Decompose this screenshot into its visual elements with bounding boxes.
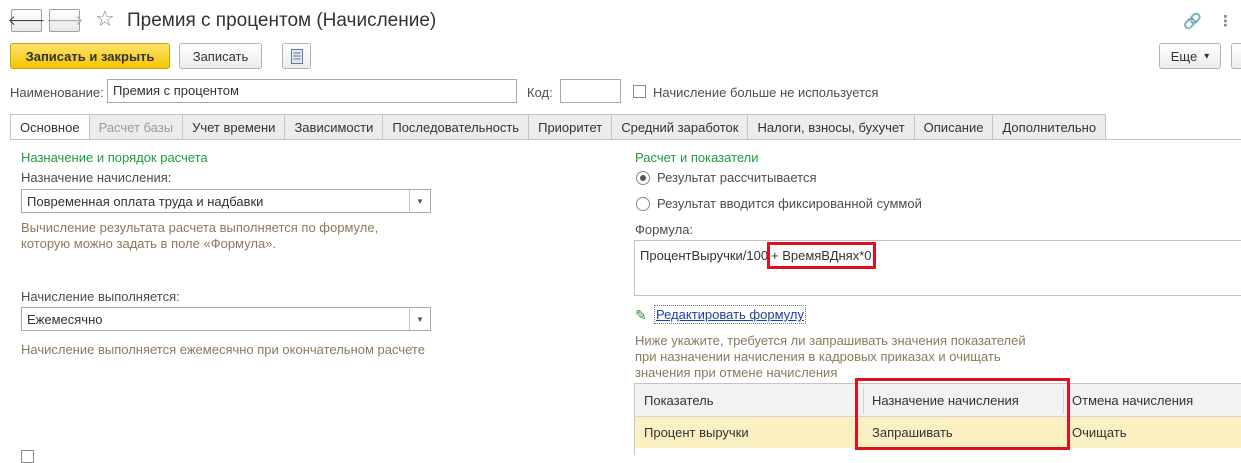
tab-priority[interactable]: Приоритет	[529, 114, 613, 140]
tab-time-accounting[interactable]: Учет времени	[183, 114, 286, 140]
period-select[interactable]: Ежемесячно ▼	[21, 307, 431, 331]
save-and-close-button[interactable]: Записать и закрыть	[10, 43, 170, 69]
purpose-select[interactable]: Повременная оплата труда и надбавки ▼	[21, 189, 431, 213]
purpose-section-title: Назначение и порядок расчета	[21, 150, 208, 165]
unused-checkbox-label: Начисление больше не используется	[653, 85, 879, 100]
favorite-star-icon[interactable]: ☆	[95, 8, 115, 30]
name-label: Наименование:	[10, 85, 104, 100]
tab-base-calculation[interactable]: Расчет базы	[89, 114, 184, 140]
tab-main[interactable]: Основное	[10, 114, 90, 140]
purpose-note-line-1: Вычисление результата расчета выполняетс…	[21, 220, 379, 235]
unused-checkbox[interactable]	[633, 85, 646, 98]
radio-calculated[interactable]	[636, 171, 650, 185]
arrow-left-icon: 🡐	[7, 12, 46, 28]
hint-line-1: Ниже укажите, требуется ли запрашивать з…	[635, 333, 1026, 348]
name-input[interactable]: Премия с процентом	[107, 79, 517, 103]
link-icon[interactable]: 🔗	[1183, 12, 1202, 30]
radio-calculated-label: Результат рассчитывается	[657, 170, 817, 185]
hint-line-2: при назначении начисления в кадровых при…	[635, 349, 1001, 364]
purpose-select-value: Повременная оплата труда и надбавки	[27, 194, 264, 209]
tab-description[interactable]: Описание	[914, 114, 994, 140]
hint-line-3: значения при отмене начисления	[635, 365, 838, 380]
period-label: Начисление выполняется:	[21, 289, 180, 304]
arrow-right-icon: 🡒	[45, 12, 84, 28]
tab-taxes[interactable]: Налоги, взносы, бухучет	[748, 114, 915, 140]
page-title: Премия с процентом (Начисление)	[127, 10, 437, 31]
edit-formula-link[interactable]: Редактировать формулу	[654, 305, 806, 324]
help-button[interactable]	[1231, 43, 1241, 69]
table-cell-indicator[interactable]: Процент выручки	[635, 417, 863, 448]
code-input[interactable]	[560, 79, 621, 103]
radio-fixed[interactable]	[636, 197, 650, 211]
purpose-label: Назначение начисления:	[21, 170, 172, 185]
formula-text-part1: ПроцентВыручки/100	[640, 248, 769, 263]
more-button-label: Еще	[1170, 48, 1198, 64]
formula-label: Формула:	[635, 222, 694, 237]
column-header-indicator[interactable]: Показатель	[635, 384, 863, 417]
calc-section-title: Расчет и показатели	[635, 150, 759, 165]
chevron-down-icon[interactable]: ▼	[409, 308, 430, 330]
more-vertical-icon[interactable]: ⋮	[1218, 12, 1233, 30]
formula-highlight-box	[767, 242, 876, 269]
assignment-column-highlight-box	[855, 378, 1070, 450]
report-button[interactable]	[282, 43, 311, 69]
tab-dependencies[interactable]: Зависимости	[285, 114, 384, 140]
formula-textarea[interactable]: ПроцентВыручки/100 + ВремяВДнях*0	[634, 240, 1241, 296]
tab-divider	[10, 139, 1241, 140]
more-button[interactable]: Еще ▾	[1159, 43, 1221, 69]
tab-sequence[interactable]: Последовательность	[383, 114, 530, 140]
back-button[interactable]: 🡐	[8, 9, 45, 32]
forward-button[interactable]: 🡒	[46, 9, 83, 32]
period-note: Начисление выполняется ежемесячно при ок…	[21, 342, 425, 357]
document-list-icon	[290, 48, 303, 64]
chevron-down-icon: ▾	[1204, 50, 1210, 62]
tab-additional[interactable]: Дополнительно	[993, 114, 1107, 140]
period-select-value: Ежемесячно	[27, 312, 103, 327]
chevron-down-icon[interactable]: ▼	[409, 190, 430, 212]
radio-fixed-label: Результат вводится фиксированной суммой	[657, 196, 922, 211]
tab-bar: Основное Расчет базы Учет времени Зависи…	[10, 114, 1107, 140]
purpose-note-line-2: которую можно задать в поле «Формула».	[21, 236, 277, 251]
save-button[interactable]: Записать	[179, 43, 262, 69]
table-cell-cancellation[interactable]: Очищать	[1063, 417, 1241, 448]
column-header-cancellation[interactable]: Отмена начисления	[1063, 384, 1241, 417]
pencil-icon: ✎	[635, 307, 647, 323]
tab-average-earnings[interactable]: Средний заработок	[612, 114, 749, 140]
code-label: Код:	[527, 85, 553, 100]
bottom-checkbox[interactable]	[21, 450, 34, 463]
